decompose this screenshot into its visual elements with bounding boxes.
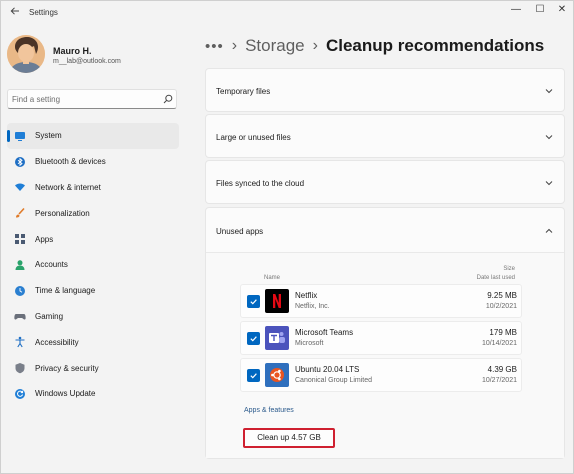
avatar[interactable] [7, 35, 45, 73]
sidebar-item-label: Bluetooth & devices [35, 157, 106, 167]
app-publisher: Microsoft [295, 340, 324, 347]
profile-name: Mauro H. [53, 46, 92, 56]
search-box [7, 89, 177, 109]
cleanup-button[interactable]: Clean up 4.57 GB [243, 428, 335, 448]
chevron-down-icon [545, 135, 553, 140]
sidebar-nav: System Bluetooth & devices Network & int… [7, 123, 179, 407]
person-icon [14, 259, 26, 271]
unused-apps-list: Name Size Date last used Netflix Netflix… [206, 252, 564, 458]
app-last-used: 10/2/2021 [485, 303, 517, 310]
sidebar-item-time-language[interactable]: Time & language [7, 278, 179, 304]
section-title: Files synced to the cloud [216, 179, 305, 188]
app-checkbox[interactable] [247, 369, 260, 382]
bluetooth-icon [14, 156, 26, 168]
sidebar-item-label: Privacy & security [35, 363, 99, 373]
sidebar-item-apps[interactable]: Apps [7, 226, 179, 252]
chevron-down-icon [545, 181, 553, 186]
sidebar-item-label: Apps [35, 234, 54, 244]
apps-features-link[interactable]: Apps & features [244, 407, 294, 414]
gamepad-icon [14, 310, 26, 322]
sidebar-item-gaming[interactable]: Gaming [7, 304, 179, 330]
sidebar-item-label: Accessibility [35, 337, 79, 347]
title-bar: Settings — ☐ ✕ [1, 1, 573, 27]
app-size: 4.39 GB [487, 365, 517, 374]
globe-clock-icon [14, 285, 26, 297]
sidebar-item-label: Gaming [35, 311, 64, 321]
app-size: 179 MB [489, 328, 517, 337]
chevron-right-icon: › [231, 37, 238, 54]
sidebar-item-windows-update[interactable]: Windows Update [7, 381, 179, 407]
minimize-button[interactable]: — [505, 2, 527, 18]
search-icon[interactable] [163, 94, 173, 104]
section-temporary-files[interactable]: Temporary files [205, 68, 565, 112]
profile-email: m__lab@outlook.com [53, 58, 121, 65]
breadcrumb: ••• › Storage › Cleanup recommendations [205, 35, 544, 57]
sidebar-item-label: Windows Update [35, 389, 96, 399]
chevron-down-icon [545, 89, 553, 94]
ubuntu-icon [265, 363, 289, 387]
app-name: Netflix [295, 291, 318, 300]
brush-icon [14, 207, 26, 219]
checkmark-icon [250, 299, 257, 305]
teams-icon [265, 326, 289, 350]
search-input[interactable] [12, 92, 152, 107]
app-publisher: Netflix, Inc. [295, 303, 330, 310]
app-title: Settings [29, 8, 58, 17]
app-name: Ubuntu 20.04 LTS [295, 365, 360, 374]
sidebar-item-privacy-security[interactable]: Privacy & security [7, 355, 179, 381]
section-title: Large or unused files [216, 133, 291, 142]
chevron-right-icon: › [312, 37, 318, 54]
sidebar-item-network[interactable]: Network & internet [7, 175, 179, 201]
checkmark-icon [250, 373, 257, 379]
app-checkbox[interactable] [247, 332, 260, 345]
sidebar-item-accessibility[interactable]: Accessibility [7, 329, 179, 355]
sidebar-item-label: Personalization [35, 208, 90, 218]
column-header-size: Size [503, 266, 515, 272]
sidebar-item-accounts[interactable]: Accounts [7, 252, 179, 278]
breadcrumb-link-storage[interactable]: Storage [245, 36, 305, 56]
app-checkbox[interactable] [247, 295, 260, 308]
maximize-button[interactable]: ☐ [529, 2, 551, 18]
section-title: Temporary files [216, 87, 271, 96]
app-row-netflix[interactable]: Netflix Netflix, Inc. 9.25 MB 10/2/2021 [240, 284, 522, 318]
netflix-icon [265, 289, 289, 313]
app-publisher: Canonical Group Limited [295, 377, 373, 384]
wifi-icon [14, 181, 26, 193]
app-last-used: 10/27/2021 [481, 377, 517, 384]
section-title: Unused apps [216, 227, 264, 236]
breadcrumb-more-button[interactable]: ••• [205, 38, 224, 55]
user-photo [7, 35, 45, 73]
apps-icon [14, 233, 26, 245]
chevron-up-icon [545, 228, 553, 233]
app-name: Microsoft Teams [295, 328, 354, 337]
section-large-unused-files[interactable]: Large or unused files [205, 114, 565, 158]
section-header-unused-apps[interactable]: Unused apps [206, 208, 564, 252]
monitor-icon [14, 130, 26, 142]
arrow-left-icon [10, 7, 19, 15]
column-header-name: Name [264, 275, 281, 281]
sidebar-item-label: Time & language [35, 286, 96, 296]
accessibility-icon [14, 336, 26, 348]
column-header-date: Date last used [476, 275, 515, 281]
app-row-microsoft-teams[interactable]: Microsoft Teams Microsoft 179 MB 10/14/2… [240, 321, 522, 355]
close-button[interactable]: ✕ [551, 2, 573, 18]
section-cloud-synced-files[interactable]: Files synced to the cloud [205, 160, 565, 204]
sidebar-item-label: Network & internet [35, 182, 101, 192]
app-row-ubuntu[interactable]: Ubuntu 20.04 LTS Canonical Group Limited… [240, 358, 522, 392]
sidebar-item-personalization[interactable]: Personalization [7, 200, 179, 226]
app-size: 9.25 MB [487, 291, 517, 300]
refresh-icon [14, 388, 26, 400]
settings-window: Settings — ☐ ✕ Mauro H. m__lab@outlook.c… [0, 0, 574, 474]
sidebar-item-label: System [35, 131, 62, 141]
app-last-used: 10/14/2021 [481, 340, 517, 347]
back-button[interactable] [7, 5, 23, 21]
page-title: Cleanup recommendations [325, 36, 545, 55]
section-unused-apps: Unused apps Name Size Date last used Net… [205, 207, 565, 459]
checkmark-icon [250, 336, 257, 342]
shield-icon [14, 362, 26, 374]
sidebar-item-label: Accounts [35, 260, 68, 270]
sidebar-item-system[interactable]: System [7, 123, 179, 149]
sidebar-item-bluetooth[interactable]: Bluetooth & devices [7, 149, 179, 175]
